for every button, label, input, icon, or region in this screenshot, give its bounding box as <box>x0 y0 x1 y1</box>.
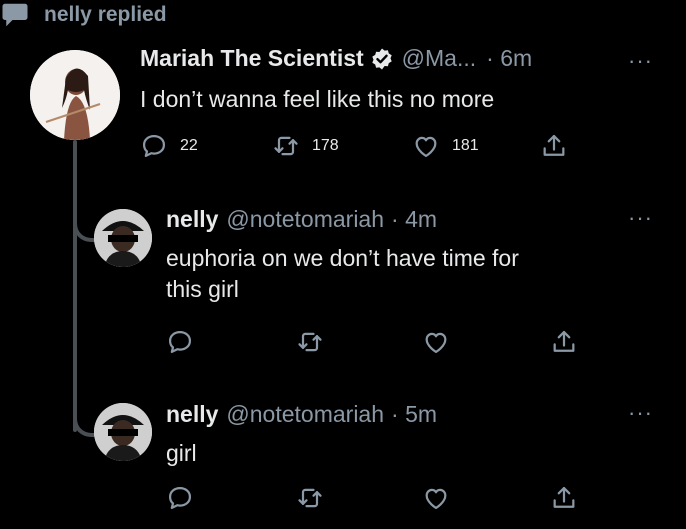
author-handle[interactable]: @Ma... <box>402 45 476 72</box>
reply-1-retweet-button[interactable] <box>296 328 324 356</box>
reply-1-text-line-1: euphoria on we don’t have time for <box>166 245 519 271</box>
reply-2-text: girl <box>166 440 197 466</box>
share-icon <box>543 134 565 156</box>
more-options-icon[interactable]: ··· <box>628 48 653 74</box>
reply-1-reply-button[interactable] <box>166 328 194 356</box>
heart-icon <box>425 488 447 510</box>
verified-badge-icon <box>371 48 392 69</box>
avatar-nelly[interactable] <box>94 403 152 461</box>
reply-2-retweet-button[interactable] <box>296 484 324 512</box>
main-tweet-header: Mariah The Scientist @Ma... · 6m <box>140 45 532 72</box>
reply-2-handle[interactable]: @notetomariah <box>226 401 384 428</box>
more-options-icon[interactable]: ··· <box>628 205 653 231</box>
reply-2-share-button[interactable] <box>550 484 578 512</box>
share-icon <box>553 330 575 352</box>
thread-line <box>73 140 77 432</box>
reply-context-label: nelly replied <box>44 3 167 26</box>
retweet-count: 178 <box>312 137 339 154</box>
reply-1-text-line-2: this girl <box>166 276 239 302</box>
share-icon <box>553 486 575 508</box>
like-button[interactable]: 181 <box>412 132 479 160</box>
speech-bubble-icon <box>2 3 28 27</box>
reply-1-text: euphoria on we don’t have time for this … <box>166 243 519 305</box>
reply-1-share-button[interactable] <box>550 328 578 356</box>
reply-2-name[interactable]: nelly <box>166 401 218 428</box>
reply-2-reply-button[interactable] <box>166 484 194 512</box>
reply-context: nelly replied <box>0 0 686 30</box>
reply-1-like-button[interactable] <box>422 328 450 356</box>
share-button[interactable] <box>540 132 568 160</box>
reply-2-time[interactable]: · 5m <box>391 401 437 428</box>
reply-icon <box>168 486 192 510</box>
reply-1-time[interactable]: · 4m <box>391 206 437 233</box>
tweet-time[interactable]: · 6m <box>486 45 532 72</box>
retweet-icon <box>298 332 322 352</box>
reply-icon <box>142 134 166 158</box>
retweet-icon <box>274 136 298 156</box>
retweet-icon <box>298 488 322 508</box>
reply-1-header: nelly @notetomariah · 4m <box>166 206 437 233</box>
avatar-nelly[interactable] <box>94 209 152 267</box>
reply-2-like-button[interactable] <box>422 484 450 512</box>
avatar-mariah[interactable] <box>30 50 120 140</box>
retweet-button[interactable]: 178 <box>272 132 339 160</box>
like-count: 181 <box>452 137 479 154</box>
reply-2-header: nelly @notetomariah · 5m <box>166 401 437 428</box>
heart-icon <box>425 332 447 354</box>
main-tweet-text: I don’t wanna feel like this no more <box>140 86 495 112</box>
reply-1-handle[interactable]: @notetomariah <box>226 206 384 233</box>
heart-icon <box>415 136 437 158</box>
reply-icon <box>168 330 192 354</box>
more-options-icon[interactable]: ··· <box>628 400 653 426</box>
reply-button[interactable]: 22 <box>140 132 198 160</box>
reply-count: 22 <box>180 137 198 154</box>
reply-1-name[interactable]: nelly <box>166 206 218 233</box>
author-name[interactable]: Mariah The Scientist <box>140 45 364 72</box>
